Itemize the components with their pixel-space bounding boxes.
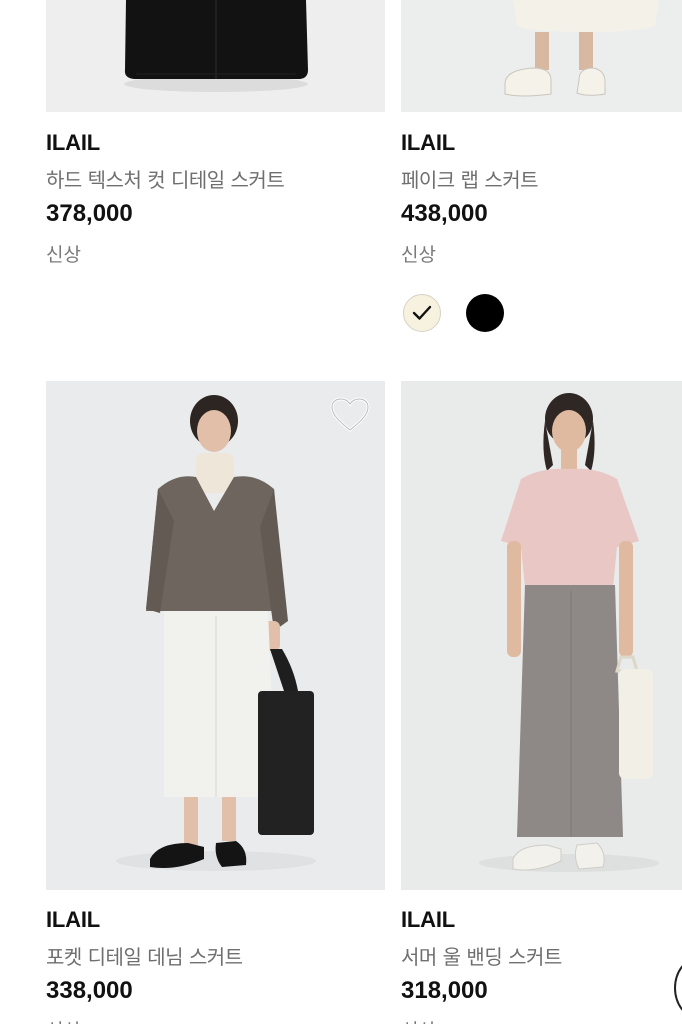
new-badge: 신상 — [401, 1016, 436, 1024]
brand-name: ILAIL — [46, 907, 100, 932]
model-wool-skirt-photo — [401, 381, 682, 890]
product-price: 338,000 — [46, 977, 133, 1004]
floating-action-button[interactable] — [674, 958, 682, 1018]
color-swatch-black[interactable] — [466, 294, 504, 332]
skirt-ivory-photo — [401, 0, 682, 112]
brand-name: ILAIL — [401, 130, 455, 155]
brand-name: ILAIL — [46, 130, 100, 155]
product-name[interactable]: 서머 울 밴딩 스커트 — [401, 941, 562, 970]
model-denim-skirt-photo — [46, 381, 385, 890]
skirt-black-photo — [46, 0, 385, 112]
new-badge: 신상 — [46, 1016, 81, 1024]
checkmark-icon — [412, 305, 431, 320]
product-price: 378,000 — [46, 200, 133, 227]
brand-name: ILAIL — [401, 907, 455, 932]
new-badge: 신상 — [46, 244, 81, 266]
product-price: 438,000 — [401, 200, 488, 227]
product-image[interactable] — [401, 0, 682, 112]
product-name[interactable]: 포켓 디테일 데님 스커트 — [46, 941, 243, 970]
product-image[interactable] — [46, 381, 385, 890]
product-image[interactable] — [46, 0, 385, 112]
color-swatch-ivory[interactable] — [403, 294, 441, 332]
heart-outline-icon[interactable] — [330, 397, 370, 433]
product-grid-page: ILAIL 하드 텍스처 컷 디테일 스커트 378,000 신상 ILAIL … — [0, 0, 682, 1024]
product-name[interactable]: 하드 텍스처 컷 디테일 스커트 — [46, 164, 285, 193]
product-price: 318,000 — [401, 977, 488, 1004]
product-name[interactable]: 페이크 랩 스커트 — [401, 164, 539, 193]
new-badge: 신상 — [401, 244, 436, 266]
product-image[interactable] — [401, 381, 682, 890]
